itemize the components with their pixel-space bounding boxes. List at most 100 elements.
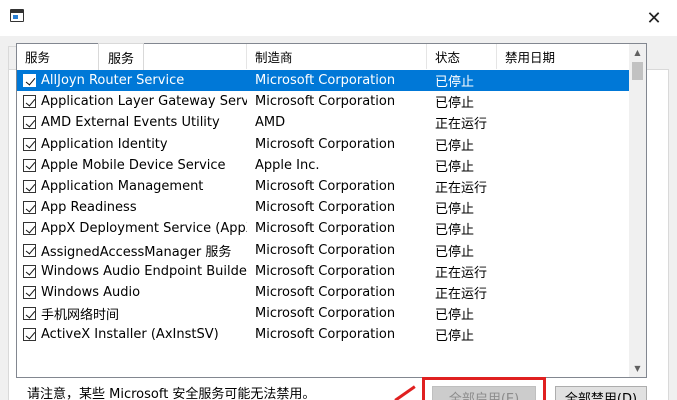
- column-header-manufacturer[interactable]: 制造商: [247, 44, 427, 69]
- manufacturer-cell: Apple Inc.: [255, 157, 320, 173]
- disabled-date-cell: [497, 261, 630, 282]
- status-cell: 正在运行: [435, 286, 488, 302]
- service-checkbox[interactable]: [23, 264, 36, 278]
- service-checkbox[interactable]: [23, 328, 36, 342]
- service-checkbox[interactable]: [23, 158, 36, 172]
- table-row[interactable]: 手机网络时间 Microsoft Corporation 已停止: [17, 303, 630, 324]
- service-cell: AllJoyn Router Service: [17, 70, 247, 91]
- status-cell: 正在运行: [435, 265, 488, 281]
- disable-all-button[interactable]: 全部禁用(D): [555, 386, 647, 400]
- table-row[interactable]: Windows Audio Microsoft Corporation 正在运行: [17, 282, 630, 303]
- service-checkbox[interactable]: [23, 201, 36, 215]
- list-rows: AllJoyn Router Service Microsoft Corporat…: [17, 70, 630, 345]
- service-name: AssignedAccessManager 服务: [41, 244, 232, 260]
- service-cell: Apple Mobile Device Service: [17, 155, 247, 176]
- table-row[interactable]: Application Management Microsoft Corporat…: [17, 176, 630, 197]
- service-cell: Windows Audio Endpoint Builder: [17, 261, 247, 282]
- manufacturer-cell: Microsoft Corporation: [255, 306, 396, 322]
- manufacturer-cell: Microsoft Corporation: [255, 73, 396, 89]
- service-checkbox[interactable]: [23, 222, 36, 236]
- service-checkbox[interactable]: [23, 137, 36, 151]
- service-checkbox[interactable]: [23, 285, 36, 299]
- scroll-up-arrow-icon[interactable]: ▲: [629, 44, 646, 61]
- status-cell: 已停止: [435, 308, 475, 324]
- service-cell: AppX Deployment Service (AppX...: [17, 218, 247, 239]
- service-name: AppX Deployment Service (AppX...: [41, 221, 247, 237]
- manufacturer-cell: Microsoft Corporation: [255, 179, 396, 195]
- service-checkbox[interactable]: [23, 116, 36, 130]
- service-cell: Application Identity: [17, 134, 247, 155]
- table-row[interactable]: Apple Mobile Device Service Apple Inc. 已停止: [17, 155, 630, 176]
- service-name: Apple Mobile Device Service: [41, 157, 226, 173]
- disabled-date-cell: [497, 112, 630, 133]
- service-cell: AMD External Events Utility: [17, 112, 247, 133]
- scroll-down-arrow-icon[interactable]: ▼: [629, 360, 646, 377]
- table-row[interactable]: AssignedAccessManager 服务 Microsoft Corpor…: [17, 240, 630, 261]
- service-name: Application Identity: [41, 136, 168, 152]
- table-row[interactable]: AppX Deployment Service (AppX... Microsof…: [17, 218, 630, 239]
- manufacturer-cell: Microsoft Corporation: [255, 94, 396, 110]
- service-cell: 手机网络时间: [17, 303, 247, 324]
- disabled-date-cell: [497, 303, 630, 324]
- disabled-date-cell: [497, 282, 630, 303]
- status-cell: 已停止: [435, 159, 475, 175]
- status-cell: 已停止: [435, 202, 475, 218]
- status-cell: 已停止: [435, 244, 475, 260]
- status-cell: 已停止: [435, 138, 475, 154]
- service-name: AMD External Events Utility: [41, 115, 220, 131]
- tab-services[interactable]: 服务: [98, 43, 145, 70]
- service-name: Windows Audio Endpoint Builder: [41, 263, 247, 279]
- table-row[interactable]: AMD External Events Utility AMD 正在运行: [17, 112, 630, 133]
- vertical-scrollbar[interactable]: ▲ ▼: [629, 44, 646, 377]
- table-row[interactable]: AllJoyn Router Service Microsoft Corporat…: [17, 70, 630, 92]
- manufacturer-cell: Microsoft Corporation: [255, 263, 396, 279]
- service-name: App Readiness: [41, 200, 137, 216]
- disabled-date-cell: [497, 134, 630, 155]
- table-row[interactable]: Application Identity Microsoft Corporatio…: [17, 134, 630, 155]
- title-bar: ✕: [0, 0, 677, 36]
- scroll-thumb[interactable]: [632, 62, 643, 80]
- service-name: AllJoyn Router Service: [41, 73, 185, 89]
- table-row[interactable]: Application Layer Gateway Service Microso…: [17, 91, 630, 112]
- status-cell: 已停止: [435, 75, 475, 91]
- table-row[interactable]: App Readiness Microsoft Corporation 已停止: [17, 197, 630, 218]
- column-header-disabled-date[interactable]: 禁用日期: [497, 44, 630, 69]
- column-header-status[interactable]: 状态: [427, 44, 497, 69]
- close-button[interactable]: ✕: [631, 0, 677, 36]
- service-cell: Windows Audio: [17, 282, 247, 303]
- status-cell: 正在运行: [435, 181, 488, 197]
- service-checkbox[interactable]: [23, 243, 36, 257]
- service-checkbox[interactable]: [23, 95, 36, 109]
- service-checkbox[interactable]: [23, 74, 36, 88]
- disabled-date-cell: [497, 218, 630, 239]
- disabled-date-cell: [497, 197, 630, 218]
- service-cell: Application Management: [17, 176, 247, 197]
- manufacturer-cell: Microsoft Corporation: [255, 327, 396, 343]
- security-note: 请注意，某些 Microsoft 安全服务可能无法禁用。: [27, 387, 316, 400]
- services-list[interactable]: 服务 制造商 状态 禁用日期 AllJoyn Router Service Mic…: [16, 43, 647, 378]
- service-name: 手机网络时间: [41, 308, 120, 324]
- disabled-date-cell: [497, 155, 630, 176]
- manufacturer-cell: Microsoft Corporation: [255, 242, 396, 258]
- enable-all-button[interactable]: 全部启用(E): [432, 386, 536, 400]
- manufacturer-cell: AMD: [255, 115, 286, 131]
- service-cell: Application Layer Gateway Service: [17, 91, 247, 112]
- service-checkbox[interactable]: [23, 180, 36, 194]
- service-cell: App Readiness: [17, 197, 247, 218]
- disabled-date-cell: [497, 70, 630, 91]
- disabled-date-cell: [497, 176, 630, 197]
- service-checkbox[interactable]: [23, 307, 36, 321]
- status-cell: 已停止: [435, 223, 475, 239]
- service-name: Windows Audio: [41, 284, 141, 300]
- service-name: Application Layer Gateway Service: [41, 94, 247, 110]
- disabled-date-cell: [497, 91, 630, 112]
- service-cell: AssignedAccessManager 服务: [17, 240, 247, 261]
- service-name: Application Management: [41, 179, 204, 195]
- service-cell: ActiveX Installer (AxInstSV): [17, 324, 247, 345]
- status-cell: 正在运行: [435, 117, 488, 133]
- manufacturer-cell: Microsoft Corporation: [255, 136, 396, 152]
- manufacturer-cell: Microsoft Corporation: [255, 221, 396, 237]
- table-row[interactable]: Windows Audio Endpoint Builder Microsoft …: [17, 261, 630, 282]
- table-row[interactable]: ActiveX Installer (AxInstSV) Microsoft Co…: [17, 324, 630, 345]
- status-cell: 已停止: [435, 329, 475, 345]
